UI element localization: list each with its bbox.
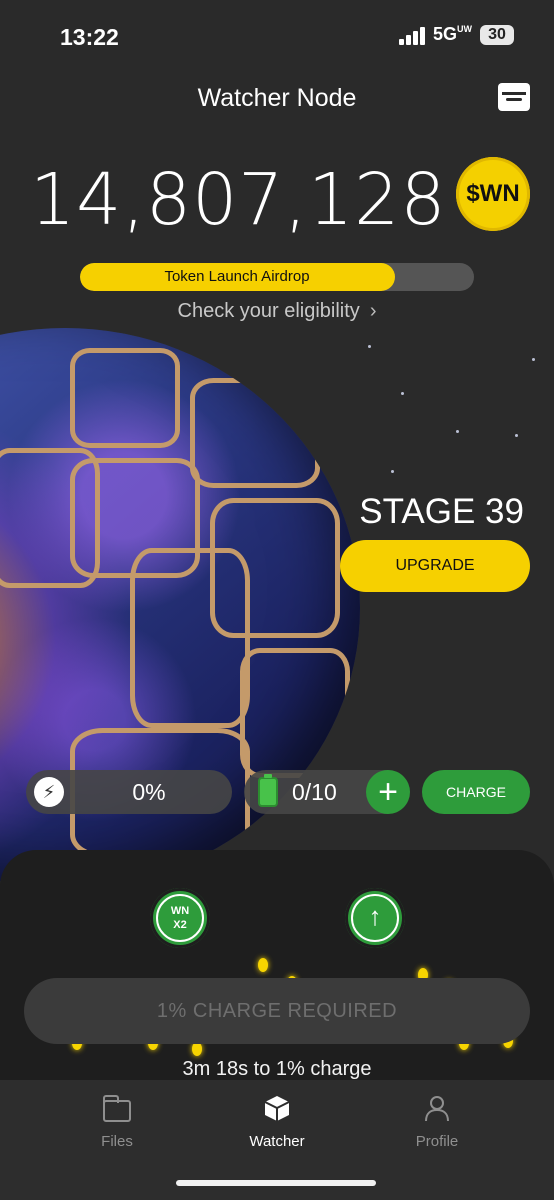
- star: [368, 345, 371, 348]
- tab-label: Watcher: [249, 1133, 305, 1150]
- tab-label: Files: [101, 1133, 133, 1150]
- stage-label: STAGE 39: [359, 492, 524, 531]
- chevron-right-icon: ›: [369, 300, 377, 322]
- energy-value: 0%: [132, 779, 166, 805]
- check-eligibility-link[interactable]: Check your eligibility ›: [0, 300, 554, 323]
- upload-boost-button[interactable]: ↑: [345, 888, 405, 948]
- status-indicators: 5GUW 30: [398, 24, 514, 45]
- add-charge-button[interactable]: +: [366, 770, 410, 814]
- energy-indicator: ⚡ 0%: [26, 770, 232, 814]
- sphere-panel: [190, 378, 320, 488]
- folder-icon: [103, 1095, 131, 1122]
- cube-icon: [263, 1094, 291, 1122]
- token-balance: 14,807,128: [30, 158, 447, 241]
- wallet-icon[interactable]: [498, 83, 530, 111]
- watcher-screen: 13:22 5GUW 30 Watcher Node 14,807,128 $W…: [0, 0, 554, 1200]
- airdrop-label: Token Launch Airdrop: [164, 268, 310, 285]
- sphere-panel: [70, 348, 180, 448]
- wn-coin-icon: $WN: [456, 157, 530, 231]
- network-label: 5GUW: [432, 24, 472, 44]
- sphere-panel: [0, 448, 100, 588]
- tab-label: Profile: [415, 1133, 459, 1150]
- charge-button[interactable]: CHARGE: [422, 770, 530, 814]
- sphere-panel: [130, 548, 250, 728]
- tab-profile[interactable]: Profile: [377, 1094, 497, 1150]
- charges-value: 0/10: [292, 779, 337, 805]
- bolt-icon: ⚡: [34, 777, 64, 807]
- fairy-light: [258, 958, 268, 972]
- star: [401, 392, 404, 395]
- home-indicator: [176, 1180, 376, 1186]
- battery-icon: [258, 774, 278, 807]
- fairy-light: [192, 1042, 202, 1056]
- tab-watcher[interactable]: Watcher: [217, 1094, 337, 1150]
- tab-files[interactable]: Files: [57, 1094, 177, 1150]
- person-icon: [423, 1094, 451, 1122]
- page-title: Watcher Node: [197, 84, 357, 112]
- star: [532, 358, 535, 361]
- x2-label: WN X2: [170, 905, 190, 931]
- sphere-panel: [240, 648, 350, 778]
- signal-icon: [398, 25, 425, 45]
- star: [456, 430, 459, 433]
- wn-x2-boost-button[interactable]: WN X2: [150, 888, 210, 948]
- charge-required-button[interactable]: 1% CHARGE REQUIRED: [24, 978, 530, 1044]
- eligibility-label: Check your eligibility: [177, 300, 360, 322]
- star: [515, 434, 518, 437]
- star: [391, 470, 394, 473]
- charge-countdown: 3m 18s to 1% charge: [182, 1058, 372, 1080]
- status-time: 13:22: [60, 24, 119, 50]
- battery-level: 30: [480, 24, 514, 45]
- arrow-up-icon: ↑: [368, 901, 382, 931]
- upgrade-button[interactable]: UPGRADE: [340, 540, 530, 592]
